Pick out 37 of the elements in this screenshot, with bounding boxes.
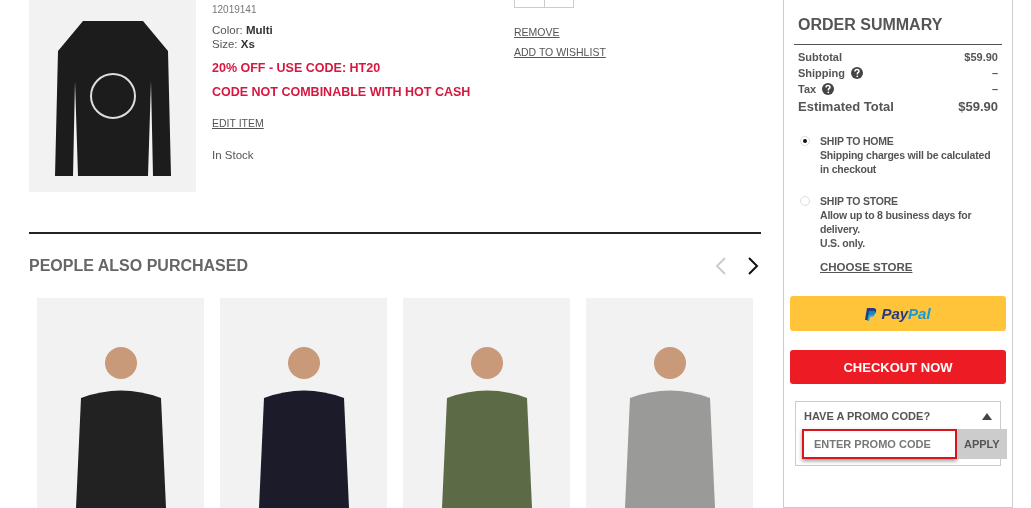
summary-label: Subtotal [798,50,842,65]
product-photo[interactable] [220,298,387,508]
apply-button[interactable]: APPLY [957,429,1007,459]
product-attribute: Size: Xs [212,37,256,51]
stock-status: In Stock [212,149,255,161]
checkout-button[interactable]: CHECKOUT NOW [790,350,1006,384]
edit-item-link[interactable]: EDIT ITEM [212,117,264,129]
shipping-option-note: U.S. only. [820,236,867,250]
paypal-logo-icon [865,306,878,321]
summary-value: $59.90 [964,50,998,65]
total-value: $59.90 [958,98,998,116]
paypal-button[interactable]: PayPal [790,296,1006,331]
choose-store-link[interactable]: CHOOSE STORE [820,260,913,274]
product-sku: 12019141 [212,4,258,15]
item-action-link[interactable]: REMOVE [514,26,560,38]
shipping-option-note: Allow up to 8 business days for delivery. [820,208,973,236]
help-icon[interactable] [822,83,835,95]
product-photo[interactable] [37,298,204,508]
summary-label: Tax [798,82,817,97]
item-action-link[interactable]: ADD TO WISHLIST [514,46,606,58]
promo-toggle[interactable]: HAVE A PROMO CODE? [802,410,994,422]
promo-code-field[interactable]: ENTER PROMO CODE [802,429,957,459]
shipping-option-title: SHIP TO STORE [820,194,899,208]
summary-value: – [991,82,998,97]
section-title: PEOPLE ALSO PURCHASED [29,256,248,275]
summary-value: – [991,66,998,81]
help-icon[interactable] [851,67,864,79]
shipping-option-note: Shipping charges will be calculated in checkout [820,148,992,176]
shipping-option-title: SHIP TO HOME [820,134,895,148]
promo-message: CODE NOT COMBINABLE WITH HOT CASH [212,85,472,99]
summary-label: Shipping [798,66,846,81]
order-summary-title: ORDER SUMMARY [794,16,1002,45]
total-label: Estimated Total [798,98,894,116]
product-attribute: Color: Multi [212,23,274,37]
promo-message: 20% OFF - USE CODE: HT20 [212,61,382,75]
triangle-icon [982,412,992,420]
next-button[interactable] [747,256,759,275]
